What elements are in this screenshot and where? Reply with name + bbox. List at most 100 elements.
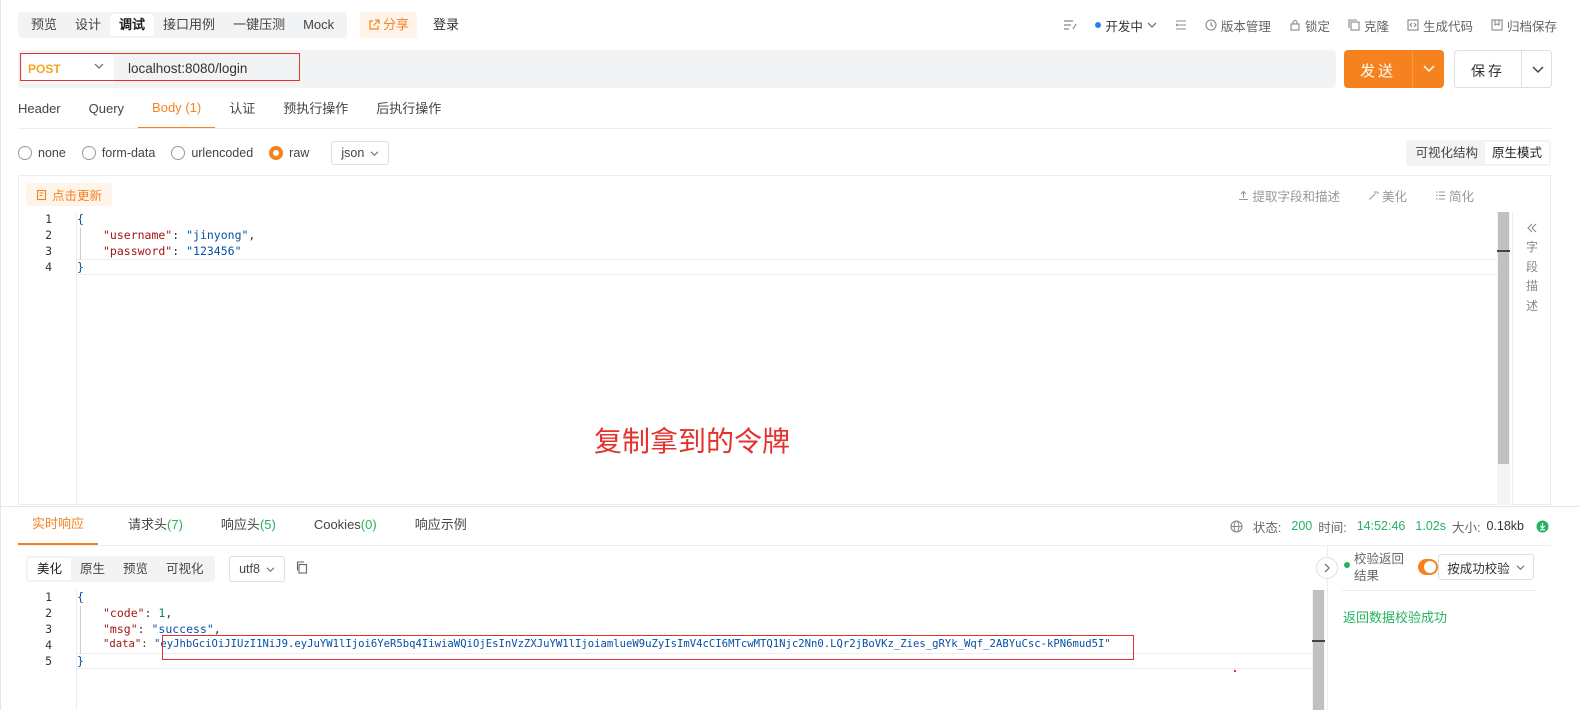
response-scrollbar[interactable] [1312,590,1325,710]
generate-code-label: 生成代码 [1422,19,1473,34]
outline-icon[interactable] [1175,19,1187,31]
radio-raw-label: raw [289,146,310,160]
format-value: json [341,146,365,160]
lock-button[interactable]: 锁定 [1289,16,1330,35]
tab-pre-script[interactable]: 预执行操作 [283,96,348,128]
save-button[interactable]: 保存 [1454,50,1552,88]
view-raw[interactable]: 原生 [71,558,114,580]
send-button[interactable]: 发送 [1344,50,1444,88]
tab-load-test[interactable]: 一键压测 [224,14,294,36]
time-value: 14:52:46 [1356,519,1406,533]
share-icon [369,19,380,30]
code-line: "password": "123456" [103,244,242,258]
editor-tools: 提取字段和描述 美化 简化 [1238,186,1474,205]
tab-request-headers-count: (7) [167,517,183,532]
tab-post-script[interactable]: 后执行操作 [376,96,441,128]
env-status-dot [1095,22,1102,28]
login-link[interactable]: 登录 [433,12,459,38]
scrollbar-thumb[interactable] [1313,590,1324,710]
tab-cookies-count: (0) [360,517,377,532]
highlight-box-url [20,53,300,81]
tab-query[interactable]: Query [89,96,124,128]
tab-cookies[interactable]: Cookies(0) [314,510,377,544]
copy-icon [1348,19,1360,31]
tab-header[interactable]: Header [18,96,61,128]
tab-preview[interactable]: 预览 [22,14,66,36]
radio-circle [18,146,32,160]
copy-icon[interactable] [296,561,308,577]
save-label: 保存 [1471,63,1505,79]
share-button[interactable]: 分享 [360,12,418,38]
annotation-text: 复制拿到的令牌 [594,426,791,457]
format-select[interactable]: json [331,141,390,165]
radio-none[interactable]: none [18,146,66,160]
beautify-label: 美化 [1381,190,1407,204]
radio-raw[interactable]: raw [269,146,309,160]
download-icon[interactable] [1536,520,1549,533]
json-trail: , [248,228,256,242]
tab-auth[interactable]: 认证 [229,96,255,128]
update-button[interactable]: 点击更新 [26,183,113,206]
tab-response-examples[interactable]: 响应示例 [415,510,467,544]
chevron-right-icon[interactable] [1316,557,1338,579]
mode-visual[interactable]: 可视化结构 [1408,142,1485,164]
tab-response-headers[interactable]: 响应头(5) [221,510,276,544]
simplify-button[interactable]: 简化 [1435,186,1474,205]
tab-request-headers[interactable]: 请求头(7) [128,510,183,544]
tab-body[interactable]: Body (1) [138,95,216,129]
tab-body-label: Body [152,100,182,115]
json-key: "username" [103,228,173,242]
view-visual[interactable]: 可视化 [157,558,213,580]
radio-form-data[interactable]: form-data [81,146,155,160]
response-view-tabs: 美化 原生 预览 可视化 [26,556,215,582]
json-key: "password" [103,244,173,258]
chevron-down-icon [370,150,379,156]
chevron-down-icon[interactable] [1531,60,1545,81]
field-description-panel[interactable]: 字 段 描 述 [1512,212,1551,505]
encoding-select[interactable]: utf8 [229,556,285,582]
tab-realtime-response[interactable]: 实时响应 [18,509,99,545]
extract-fields-label: 提取字段和描述 [1252,190,1340,204]
top-right-toolbar: 开发中 版本管理 锁定 克隆 生成代码 归档保存 [1063,12,1557,38]
tab-cookies-label: Cookies [313,517,361,532]
list-icon [1435,191,1445,200]
tab-request-headers-label: 请求头 [128,517,168,532]
env-label: 开发中 [1105,19,1143,34]
version-button[interactable]: 版本管理 [1205,16,1271,35]
current-line-highlight [77,259,1497,275]
clone-button[interactable]: 克隆 [1348,16,1389,35]
indent-guide [80,228,81,260]
line-number: 3 [45,622,52,636]
generate-code-button[interactable]: 生成代码 [1407,16,1473,35]
line-number: 1 [45,212,52,226]
view-beautify[interactable]: 美化 [28,558,72,580]
tab-mock[interactable]: Mock [294,14,343,36]
env-selector[interactable]: 开发中 [1095,16,1157,35]
validation-mode-select[interactable]: 按成功校验 [1438,554,1534,580]
chevron-down-icon[interactable] [1422,59,1436,80]
divider [1342,590,1536,591]
mode-raw[interactable]: 原生模式 [1484,142,1549,164]
format-icon[interactable] [1063,19,1077,31]
extract-fields-button[interactable]: 提取字段和描述 [1238,186,1340,205]
validation-toggle[interactable] [1418,559,1438,575]
side-panel-char: 描 [1525,279,1538,293]
archive-button[interactable]: 归档保存 [1491,16,1557,35]
tab-debug[interactable]: 调试 [110,14,155,36]
json-key: "data" [103,638,142,650]
chevron-down-icon [1516,564,1525,570]
validation-message: 返回数据校验成功 [1343,610,1448,625]
radio-urlencoded[interactable]: urlencoded [171,146,253,160]
tab-design[interactable]: 设计 [66,14,110,36]
encoding-value: utf8 [239,562,260,576]
editor-scrollbar[interactable] [1497,212,1510,505]
double-chevron-left-icon[interactable] [1513,222,1551,236]
globe-icon[interactable] [1230,519,1243,533]
json-value: "123456" [186,244,242,258]
tab-test-cases[interactable]: 接口用例 [154,14,224,36]
toggle-knob [1424,561,1436,573]
code-close-brace: } [77,654,84,668]
view-preview[interactable]: 预览 [114,558,157,580]
top-mode-tabs: 预览 设计 调试 接口用例 一键压测 Mock [18,12,348,38]
beautify-button[interactable]: 美化 [1368,186,1407,205]
